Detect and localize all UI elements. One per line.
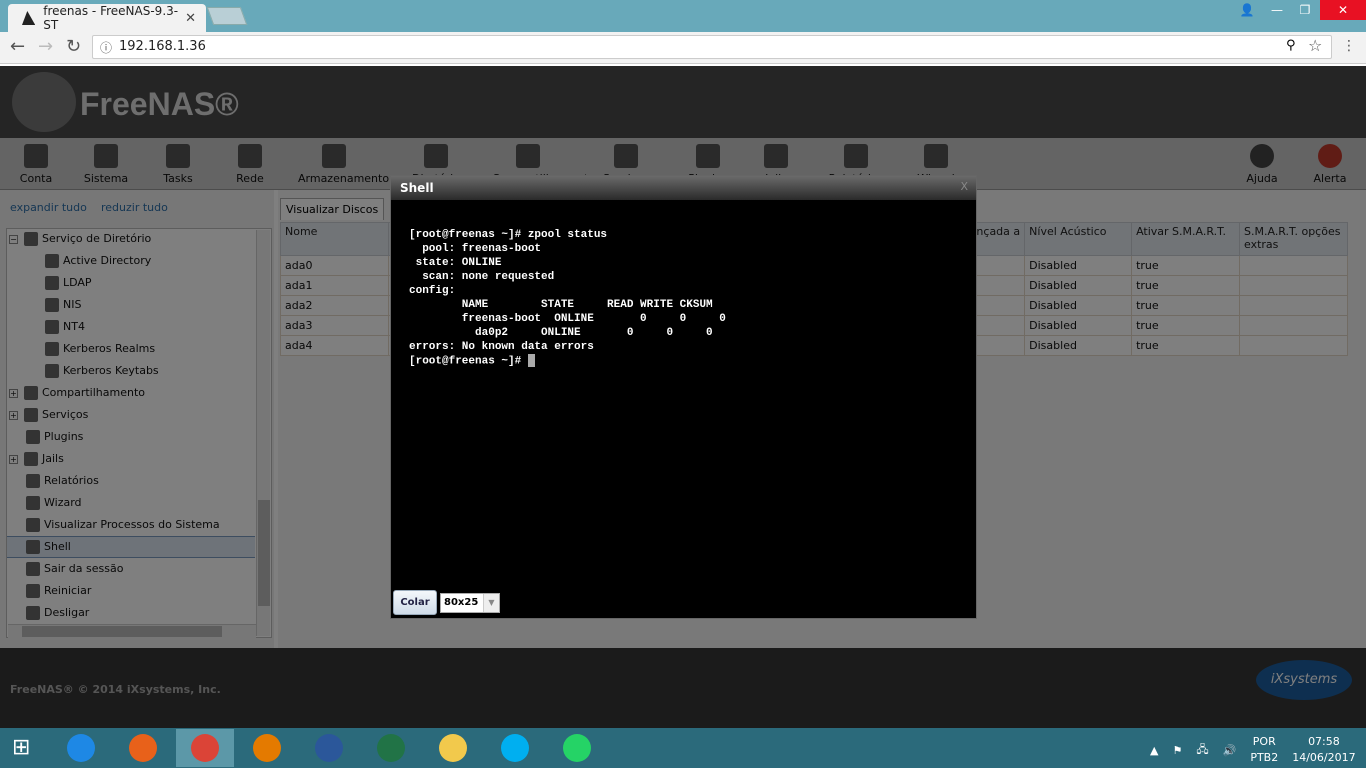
taskbar-ie[interactable] xyxy=(52,729,110,767)
terminal-line: freenas-boot ONLINE 0 0 0 xyxy=(409,313,726,325)
taskbar-excel[interactable] xyxy=(362,729,420,767)
user-icon[interactable]: 👤 xyxy=(1232,0,1262,20)
info-icon: ⓘ xyxy=(100,41,113,55)
volume-icon[interactable]: 🔊 xyxy=(1223,744,1237,757)
terminal-line: [root@freenas ~]# xyxy=(409,354,726,368)
new-tab-button[interactable] xyxy=(206,7,248,25)
terminal-line: errors: No known data errors xyxy=(409,341,594,353)
browser-tab[interactable]: freenas - FreeNAS-9.3-ST ✕ xyxy=(8,4,206,32)
terminal-line: da0p2 ONLINE 0 0 0 xyxy=(409,327,713,339)
language-indicator[interactable]: POR PTB2 xyxy=(1250,734,1278,766)
taskbar-firefox[interactable] xyxy=(114,729,172,767)
tab-favicon-icon xyxy=(22,11,36,25)
terminal-line: scan: none requested xyxy=(409,271,555,283)
network-icon[interactable]: 🖧 xyxy=(1196,741,1208,760)
action-center-flag-icon[interactable]: ⚑ xyxy=(1172,744,1182,757)
date: 14/06/2017 xyxy=(1292,751,1356,764)
url-input[interactable]: 192.168.1.36 xyxy=(92,35,1332,59)
forward-icon[interactable]: → xyxy=(38,36,53,57)
url-text: 192.168.1.36 xyxy=(119,39,206,54)
file-explorer-icon xyxy=(439,734,467,762)
tab-title: freenas - FreeNAS-9.3-ST xyxy=(43,4,179,32)
key-icon[interactable]: ⚲ xyxy=(1286,38,1296,53)
shell-dialog: Shell X [root@freenas ~]# zpool status p… xyxy=(390,175,977,619)
terminal-line: state: ONLINE xyxy=(409,257,502,269)
terminal-line: config: xyxy=(409,285,456,297)
reload-icon[interactable]: ↻ xyxy=(66,36,81,57)
clock[interactable]: 07:58 14/06/2017 xyxy=(1292,734,1355,766)
taskbar-outlook[interactable] xyxy=(238,729,296,767)
terminal-line: [root@freenas ~]# zpool status xyxy=(409,229,608,241)
terminal-size-select[interactable]: 80x25 ▼ xyxy=(440,593,500,613)
time: 07:58 xyxy=(1308,735,1340,748)
taskbar-word[interactable] xyxy=(300,729,358,767)
word-icon xyxy=(315,734,343,762)
menu-icon[interactable]: ⋮ xyxy=(1342,38,1356,54)
terminal-output[interactable]: [root@freenas ~]# zpool status pool: fre… xyxy=(409,228,726,368)
taskbar-file-explorer[interactable] xyxy=(424,729,482,767)
terminal-size-value: 80x25 xyxy=(444,597,479,608)
whatsapp-icon xyxy=(563,734,591,762)
chrome-icon xyxy=(191,734,219,762)
taskbar-chrome[interactable] xyxy=(176,729,234,767)
lang-code: POR xyxy=(1252,735,1276,748)
terminal-line: NAME STATE READ WRITE CKSUM xyxy=(409,299,713,311)
taskbar-whatsapp[interactable] xyxy=(548,729,606,767)
windows-start-icon[interactable]: ⊞ xyxy=(12,737,30,759)
close-dialog-button[interactable]: X xyxy=(960,180,968,193)
keyboard-code: PTB2 xyxy=(1250,751,1279,764)
close-tab-icon[interactable]: ✕ xyxy=(185,11,196,26)
bookmark-star-icon[interactable]: ☆ xyxy=(1308,36,1322,55)
terminal-cursor xyxy=(527,354,535,367)
system-tray: ▲ ⚑ 🖧 🔊 POR PTB2 07:58 14/06/2017 xyxy=(1150,734,1356,766)
dialog-title: Shell xyxy=(391,176,976,200)
firefox-icon xyxy=(129,734,157,762)
excel-icon xyxy=(377,734,405,762)
ie-icon xyxy=(67,734,95,762)
paste-button[interactable]: Colar xyxy=(393,590,437,615)
close-window-button[interactable]: ✕ xyxy=(1320,0,1366,20)
terminal-line: pool: freenas-boot xyxy=(409,243,542,255)
chevron-down-icon[interactable]: ▼ xyxy=(483,594,499,612)
show-hidden-icons-icon[interactable]: ▲ xyxy=(1150,744,1158,757)
outlook-icon xyxy=(253,734,281,762)
maximize-button[interactable]: ❐ xyxy=(1290,0,1320,20)
taskbar-skype[interactable] xyxy=(486,729,544,767)
back-icon[interactable]: ← xyxy=(10,36,25,57)
minimize-button[interactable]: — xyxy=(1262,0,1292,20)
skype-icon xyxy=(501,734,529,762)
